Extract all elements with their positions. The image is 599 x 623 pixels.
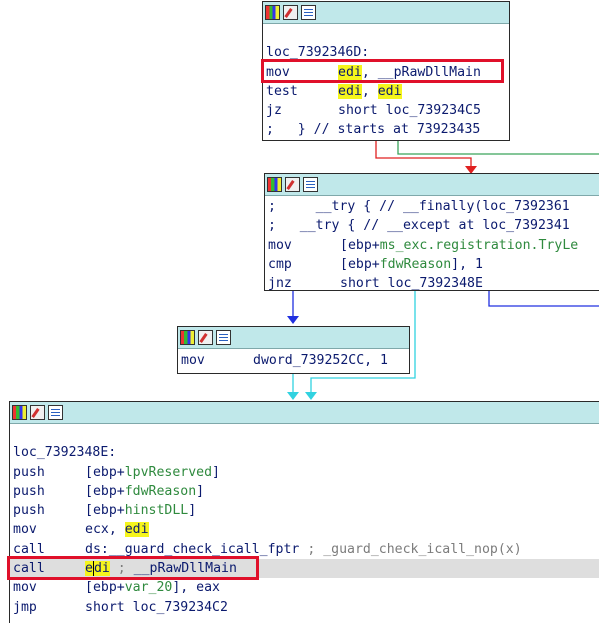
- mnemonic: mov: [181, 353, 205, 368]
- operand-prefix: [ebp+: [85, 503, 125, 519]
- stack-var-operand[interactable]: hinstDLL: [125, 503, 189, 518]
- jump-target[interactable]: short loc_739234C5: [338, 103, 481, 118]
- instruction-line[interactable]: mov [ebp+ms_exc.registration.TryLe: [265, 236, 599, 255]
- block-header: [178, 327, 409, 349]
- instruction-line[interactable]: mov [ebp+var_20], eax: [10, 578, 599, 597]
- comment-text: ; __try { // __except at loc_7392341: [268, 218, 570, 234]
- comment-line[interactable]: ; } // starts at 73923435: [263, 120, 509, 139]
- code-label[interactable]: loc_7392348E:: [13, 445, 116, 460]
- operand-prefix: [ebp+: [85, 464, 125, 480]
- label-line[interactable]: loc_7392348E:: [10, 443, 599, 462]
- listing-view-icon[interactable]: [303, 177, 318, 192]
- mnemonic: mov: [268, 237, 292, 253]
- auto-comment: ; _guard_check_icall_nop(x): [299, 541, 522, 557]
- mnemonic: test: [266, 83, 298, 99]
- mnemonic: mov: [13, 580, 37, 596]
- mnemonic: jnz: [268, 276, 292, 291]
- edit-block-icon[interactable]: [285, 177, 300, 192]
- code-block-try-cmp[interactable]: ; __try { // __finally(loc_7392361 ; __t…: [264, 173, 599, 291]
- operand-suffix: ], 1: [451, 256, 483, 272]
- graph-overview-icon[interactable]: [265, 5, 280, 20]
- edit-block-icon[interactable]: [283, 5, 298, 20]
- register-operand[interactable]: ecx,: [85, 522, 125, 537]
- stack-var-operand[interactable]: fdwReason: [125, 484, 196, 499]
- graph-overview-icon[interactable]: [267, 177, 282, 192]
- edge-jnz-taken: [488, 291, 599, 307]
- stack-var-operand[interactable]: var_20: [125, 580, 173, 595]
- instruction-line[interactable]: test edi, edi: [263, 82, 509, 101]
- stack-var-operand[interactable]: ms_exc.registration.TryLe: [380, 238, 579, 253]
- edit-block-icon[interactable]: [198, 330, 213, 345]
- annotation-box-call-edi: [7, 556, 259, 580]
- listing-view-icon[interactable]: [48, 405, 63, 420]
- operand-suffix: ], eax: [172, 580, 220, 596]
- jump-target[interactable]: short loc_739234C2: [85, 600, 228, 615]
- operand-suffix: ]: [188, 503, 197, 519]
- operand-prefix: [ebp+: [340, 237, 380, 253]
- code-block-mov-dword[interactable]: mov dword_739252CC, 1: [177, 326, 410, 374]
- graph-overview-icon[interactable]: [12, 405, 27, 420]
- edge-jnz-arrow: [287, 316, 299, 324]
- register-operand[interactable]: edi: [377, 83, 402, 99]
- block-header: [263, 2, 509, 24]
- mnemonic: push: [13, 464, 45, 480]
- stack-var-operand[interactable]: lpvReserved: [125, 465, 212, 480]
- edge-flow-b-arrow: [305, 392, 317, 400]
- code-block-loc-7392348e[interactable]: loc_7392348E: push [ebp+lpvReserved] push…: [9, 401, 599, 623]
- instruction-line[interactable]: jnz short loc_7392348E: [265, 274, 599, 291]
- mnemonic: push: [13, 483, 45, 499]
- mnemonic: mov: [13, 522, 37, 538]
- instruction-line[interactable]: mov dword_739252CC, 1: [178, 351, 409, 370]
- mnemonic: push: [13, 503, 45, 519]
- graph-overview-icon[interactable]: [180, 330, 195, 345]
- operand-prefix: [ebp+: [340, 256, 380, 272]
- import-operand[interactable]: ds:__guard_check_icall_fptr: [85, 542, 299, 557]
- annotation-box-mov-edi: [261, 59, 504, 83]
- mnemonic: jz: [266, 103, 282, 119]
- instruction-line[interactable]: push [ebp+fdwReason]: [10, 482, 599, 501]
- mnemonic: cmp: [268, 256, 292, 272]
- block-header: [265, 174, 599, 196]
- listing-view-icon[interactable]: [301, 5, 316, 20]
- instruction-line[interactable]: jz short loc_739234C5: [263, 101, 509, 120]
- comment-line[interactable]: ; __try { // __finally(loc_7392361: [265, 197, 599, 216]
- stack-var-operand[interactable]: fdwReason: [380, 257, 451, 272]
- block-header: [10, 402, 599, 424]
- operand-prefix: [ebp+: [85, 483, 125, 499]
- listing-view-icon[interactable]: [216, 330, 231, 345]
- jump-target[interactable]: short loc_7392348E: [340, 276, 483, 290]
- comment-text: ; __try { // __finally(loc_7392361: [268, 199, 570, 214]
- operand-prefix: [ebp+: [85, 580, 125, 596]
- instruction-line[interactable]: push [ebp+lpvReserved]: [10, 463, 599, 482]
- comment-text: ; } // starts at 73923435: [266, 122, 481, 138]
- operand-suffix: ]: [212, 464, 220, 480]
- edge-flow-a-arrow: [287, 392, 299, 400]
- instruction-line[interactable]: jmp short loc_739234C2: [10, 598, 599, 617]
- operands[interactable]: dword_739252CC, 1: [253, 353, 388, 368]
- edit-block-icon[interactable]: [30, 405, 45, 420]
- instruction-line[interactable]: cmp [ebp+fdwReason], 1: [265, 255, 599, 274]
- instruction-line[interactable]: push [ebp+hinstDLL]: [10, 501, 599, 520]
- operand-suffix: ]: [196, 483, 205, 499]
- comment-line[interactable]: ; __try { // __except at loc_7392341: [265, 216, 599, 235]
- edge-true-branch: [397, 141, 599, 155]
- register-operand[interactable]: edi: [338, 83, 362, 99]
- register-operand[interactable]: edi: [124, 522, 149, 538]
- mnemonic: jmp: [13, 599, 37, 615]
- operand-separator: ,: [361, 83, 378, 99]
- instruction-line[interactable]: mov ecx, edi: [10, 520, 599, 539]
